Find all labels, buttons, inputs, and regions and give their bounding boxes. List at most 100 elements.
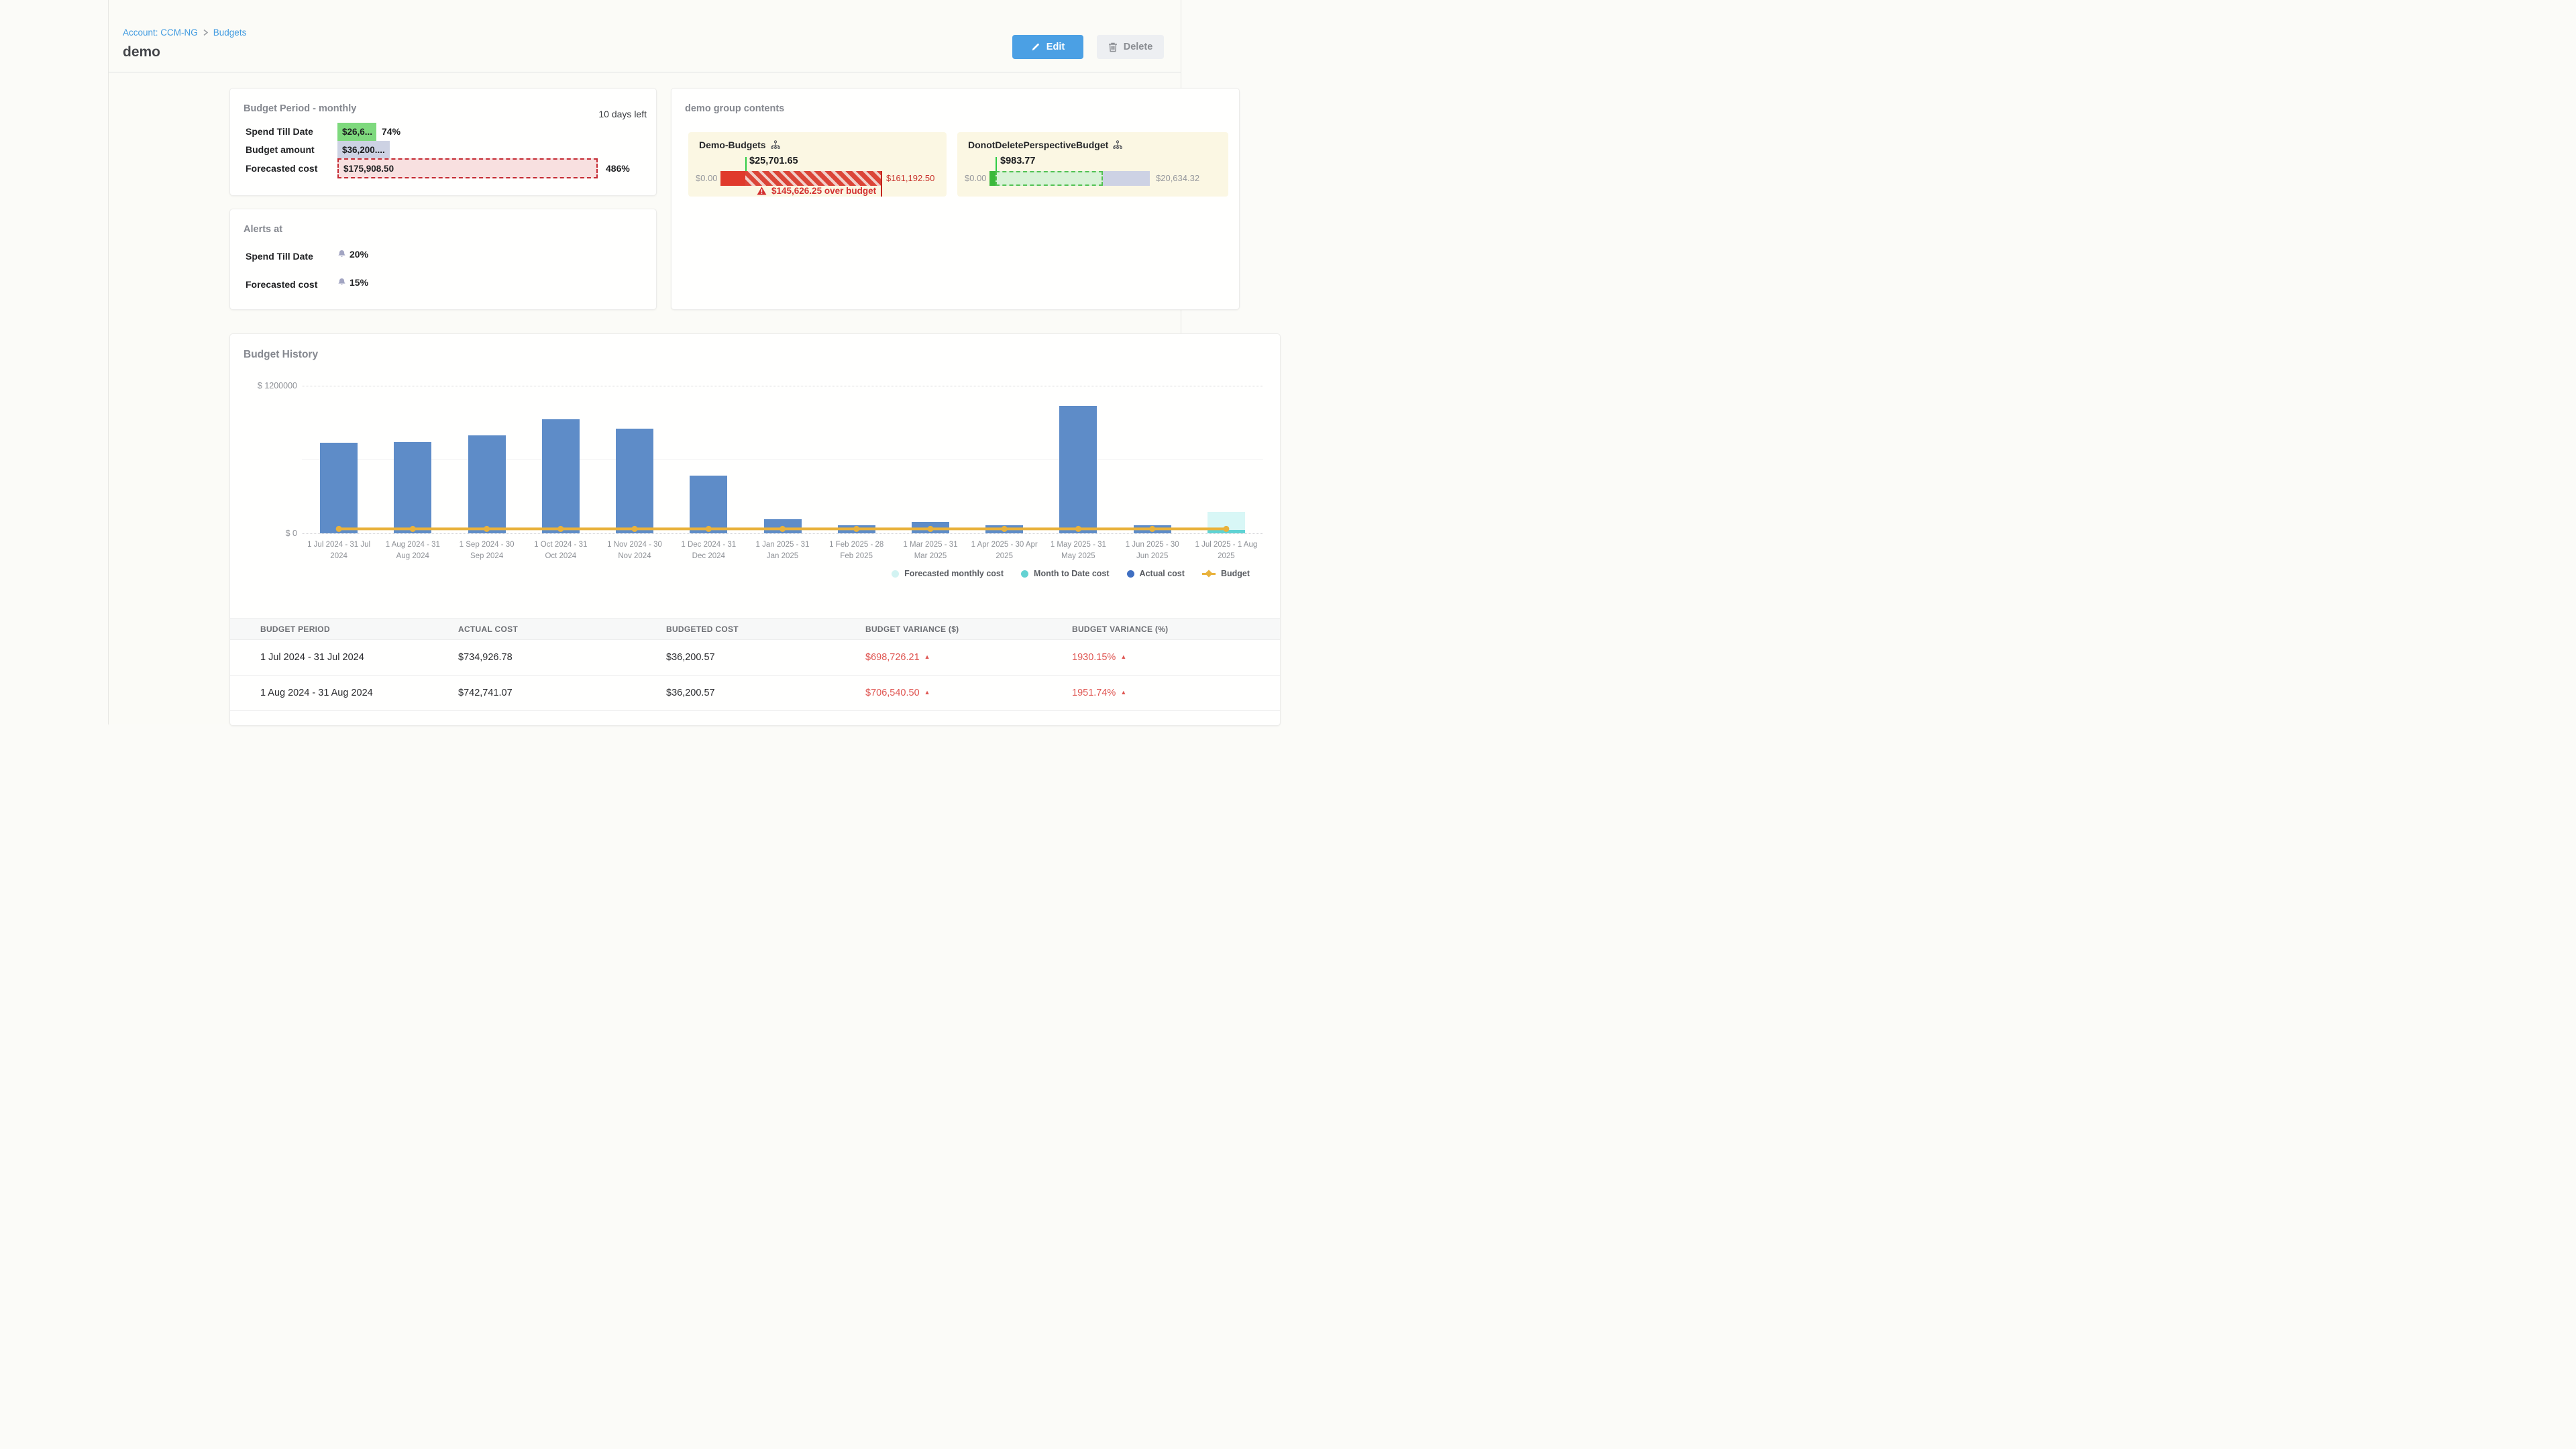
x-axis-label: 1 Oct 2024 - 31 Oct 2024 [527, 539, 594, 563]
x-axis-label: 1 Mar 2025 - 31 Mar 2025 [897, 539, 964, 563]
alerts-card: Alerts at Spend Till Date 20% Forecasted… [229, 209, 657, 310]
bar-actual-cost[interactable] [912, 522, 949, 533]
legend-label: Actual cost [1140, 569, 1185, 578]
hierarchy-icon [1113, 140, 1122, 150]
table-row[interactable]: 1 Jul 2024 - 31 Jul 2024 $734,926.78 $36… [230, 640, 1280, 676]
alerts-title: Alerts at [244, 224, 282, 235]
warning-icon [757, 186, 767, 195]
up-triangle-icon: ▲ [924, 689, 930, 696]
table-row[interactable]: 1 Aug 2024 - 31 Aug 2024 $742,741.07 $36… [230, 676, 1280, 711]
budget-period-card: Budget Period - monthly 10 days left Spe… [229, 88, 657, 196]
bar-month-to-date-cost[interactable] [1208, 530, 1245, 533]
alert-forecast-pct: 15% [350, 277, 368, 288]
over-budget-label: $145,626.25 over budget [771, 186, 876, 196]
cell-actual: $734,926.78 [428, 652, 636, 663]
col-budgeted-cost: BUDGETED COST [636, 625, 835, 634]
budget-spend-value: $983.77 [1000, 156, 1035, 166]
alert-spend-value: 20% [337, 249, 368, 260]
legend-item-actual-cost[interactable]: Actual cost [1127, 569, 1185, 578]
x-axis-label: 1 Apr 2025 - 30 Apr 2025 [971, 539, 1038, 563]
cell-period: 1 Aug 2024 - 31 Aug 2024 [230, 688, 428, 698]
delete-button[interactable]: Delete [1097, 35, 1164, 59]
x-axis-label: 1 May 2025 - 31 May 2025 [1044, 539, 1112, 563]
bar-actual-cost[interactable] [542, 419, 580, 534]
legend-label: Budget [1221, 569, 1250, 578]
budget-name-label: DonotDeletePerspectiveBudget [968, 140, 1108, 150]
y-axis-zero-label: $ 0 [235, 529, 297, 538]
alert-forecast-label: Forecasted cost [246, 279, 317, 290]
x-axis-label: 1 Jul 2024 - 31 Jul 2024 [305, 539, 372, 563]
bar-actual-cost[interactable] [690, 476, 727, 533]
bar-actual-cost[interactable] [838, 525, 875, 533]
x-axis-label: 1 Jan 2025 - 31 Jan 2025 [749, 539, 816, 563]
cell-budgeted: $36,200.57 [636, 688, 835, 698]
legend-item-month-to-date-cost[interactable]: Month to Date cost [1021, 569, 1110, 578]
forecast-segment [996, 171, 1103, 186]
col-variance-pct: BUDGET VARIANCE (%) [1042, 625, 1280, 634]
bar-actual-cost[interactable] [985, 525, 1023, 533]
budget-line-series [230, 334, 1280, 549]
edit-button[interactable]: Edit [1012, 35, 1083, 59]
forecasted-cost-pct: 486% [606, 160, 630, 178]
alert-spend-pct: 20% [350, 249, 368, 260]
budget-card-demo-budgets[interactable]: Demo-Budgets $25,701.65 $0.00 $161,192.5… [688, 132, 947, 197]
chevron-right-icon [203, 29, 209, 36]
legend-dot-marker [1127, 570, 1134, 578]
bar-actual-cost[interactable] [1059, 406, 1097, 533]
legend-dot-marker [1021, 570, 1028, 578]
budget-history-card: Budget History $ 1200000 $ 0 1 Jul 2024 … [229, 333, 1281, 726]
pencil-icon [1031, 42, 1040, 52]
bar-max-label: $161,192.50 [886, 171, 934, 186]
breadcrumb-budgets-link[interactable]: Budgets [213, 28, 247, 38]
breadcrumb-account-link[interactable]: Account: CCM-NG [123, 28, 198, 38]
up-triangle-icon: ▲ [924, 653, 930, 660]
bar-actual-cost[interactable] [468, 435, 506, 533]
budget-amount-bar: $36,200.... [337, 141, 390, 159]
legend-dot-marker [892, 570, 899, 578]
legend-item-forecasted-monthly-cost[interactable]: Forecasted monthly cost [892, 569, 1004, 578]
alert-spend-label: Spend Till Date [246, 251, 313, 262]
bar-actual-cost[interactable] [320, 443, 358, 533]
bar-max-label: $20,634.32 [1156, 171, 1199, 186]
legend-label: Forecasted monthly cost [904, 569, 1004, 578]
budget-history-table: BUDGET PERIOD ACTUAL COST BUDGETED COST … [230, 618, 1280, 711]
bar-min-label: $0.00 [965, 171, 987, 186]
cell-period: 1 Jul 2024 - 31 Jul 2024 [230, 652, 428, 663]
x-axis-label: 1 Dec 2024 - 31 Dec 2024 [675, 539, 742, 563]
over-budget-row: $145,626.25 over budget [757, 186, 876, 196]
up-triangle-icon: ▲ [1120, 653, 1126, 660]
forecast-overrun-segment [745, 171, 881, 186]
budget-name-label: Demo-Budgets [699, 140, 766, 150]
bar-actual-cost[interactable] [616, 429, 653, 533]
forecasted-cost-label: Forecasted cost [246, 160, 317, 178]
group-contents-title: demo group contents [685, 103, 784, 114]
col-budget-period: BUDGET PERIOD [230, 625, 428, 634]
hierarchy-icon [771, 140, 780, 150]
bell-icon [337, 278, 346, 287]
bar-actual-cost[interactable] [764, 519, 802, 533]
cell-budgeted: $36,200.57 [636, 652, 835, 663]
cell-variance-usd: $706,540.50▲ [835, 688, 1042, 698]
edit-button-label: Edit [1046, 42, 1065, 52]
delete-button-label: Delete [1124, 42, 1153, 52]
col-variance-usd: BUDGET VARIANCE ($) [835, 625, 1042, 634]
legend-item-budget[interactable]: Budget [1202, 569, 1250, 578]
x-axis-label: 1 Feb 2025 - 28 Feb 2025 [823, 539, 890, 563]
x-axis-label: 1 Sep 2024 - 30 Sep 2024 [453, 539, 521, 563]
days-left-label: 10 days left [598, 109, 647, 119]
bell-icon [337, 250, 346, 259]
remaining-segment [1103, 171, 1150, 186]
budget-history-title: Budget History [244, 349, 318, 361]
group-contents-card: demo group contents Demo-Budgets $25,701… [671, 88, 1240, 310]
budget-period-title: Budget Period - monthly [244, 103, 356, 114]
col-actual-cost: ACTUAL COST [428, 625, 636, 634]
bar-actual-cost[interactable] [394, 442, 431, 533]
budget-spend-value: $25,701.65 [749, 156, 798, 166]
spend-till-date-bar: $26,6... [337, 123, 376, 141]
trash-icon [1108, 42, 1118, 52]
budget-card-donotdelete[interactable]: DonotDeletePerspectiveBudget $983.77 $0.… [957, 132, 1228, 197]
bar-actual-cost[interactable] [1134, 525, 1171, 533]
cell-variance-pct: 1930.15%▲ [1042, 652, 1280, 663]
x-axis-label: 1 Aug 2024 - 31 Aug 2024 [379, 539, 446, 563]
x-axis-line [302, 533, 1263, 534]
